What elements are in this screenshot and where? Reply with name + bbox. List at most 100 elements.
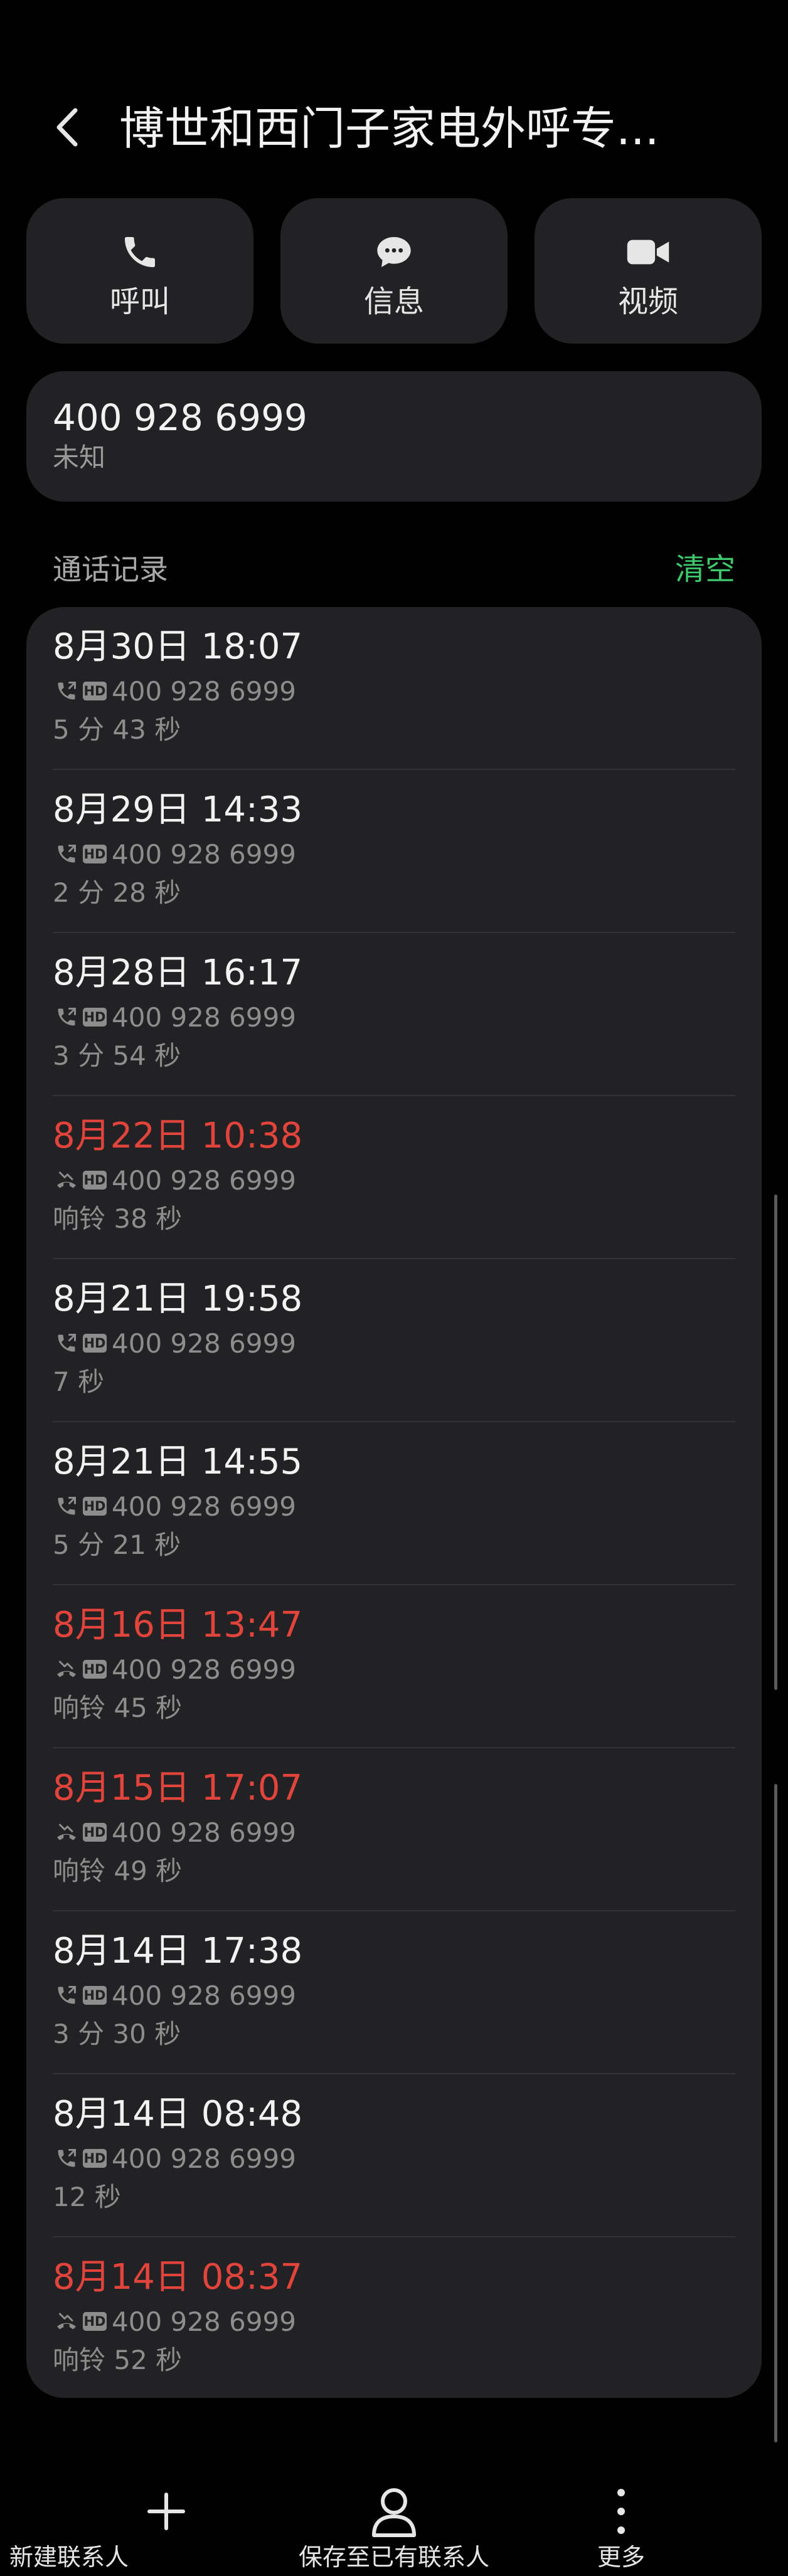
call-log-item[interactable]: 8月16日 13:47 HD 400 928 6999 响铃 45 秒 [26,1585,762,1748]
more-vertical-icon [617,2489,625,2534]
new-contact-button[interactable]: 新建联系人 [9,2464,298,2571]
missed-call-icon [53,1166,80,1194]
missed-call-icon [53,2308,80,2335]
call-duration: 响铃 38 秒 [53,1203,183,1234]
hd-icon: HD [83,1497,107,1516]
call-log-item[interactable]: 8月29日 14:33 HD 400 928 6999 2 分 28 秒 [26,770,762,933]
hd-icon: HD [83,1171,107,1190]
scrollbar[interactable] [774,1195,777,1690]
phone-number: 400 928 6999 [53,396,307,439]
call-datetime: 8月30日 18:07 [53,626,303,667]
call-meta: HD 400 928 6999 [53,1487,296,1525]
call-log-item[interactable]: 8月14日 17:38 HD 400 928 6999 3 分 30 秒 [26,1911,762,2074]
video-icon [627,240,669,265]
call-duration: 2 分 28 秒 [53,877,181,908]
call-datetime: 8月28日 16:17 [53,953,303,993]
number-card[interactable]: 400 928 6999 未知 [26,371,762,502]
call-log-list: 8月30日 18:07 HD 400 928 6999 5 分 43 秒 8月29日 1… [26,607,762,2398]
call-duration: 响铃 49 秒 [53,1855,183,1886]
more-button[interactable]: 更多 [489,2464,753,2571]
call-duration: 12 秒 [53,2182,121,2212]
call-log-item[interactable]: 8月28日 16:17 HD 400 928 6999 3 分 54 秒 [26,933,762,1096]
outgoing-call-icon [53,1329,80,1357]
phone-icon [125,237,155,267]
call-duration: 7 秒 [53,1366,105,1397]
call-log-item[interactable]: 8月15日 17:07 HD 400 928 6999 响铃 49 秒 [26,1748,762,1911]
hd-icon: HD [83,2312,107,2331]
hd-icon: HD [83,682,107,700]
hd-icon: HD [83,845,107,863]
call-log-item[interactable]: 8月22日 10:38 HD 400 928 6999 响铃 38 秒 [26,1096,762,1259]
save-to-contact-label: 保存至已有联系人 [298,2543,489,2571]
missed-call-icon [53,1655,80,1683]
call-meta: HD 400 928 6999 [53,1650,296,1688]
outgoing-call-icon [53,677,80,705]
call-number: 400 928 6999 [112,1817,296,1848]
call-meta: HD 400 928 6999 [53,2140,296,2177]
call-log-item[interactable]: 8月14日 08:37 HD 400 928 6999 响铃 52 秒 [26,2237,762,2398]
call-meta: HD 400 928 6999 [53,998,296,1036]
call-number: 400 928 6999 [112,1491,296,1522]
save-to-contact-button[interactable]: 保存至已有联系人 [262,2464,526,2571]
missed-call-icon [53,1819,80,1846]
call-duration: 响铃 45 秒 [53,1692,183,1723]
call-datetime: 8月21日 14:55 [53,1442,303,1482]
call-log-item[interactable]: 8月21日 14:55 HD 400 928 6999 5 分 21 秒 [26,1422,762,1585]
call-meta: HD 400 928 6999 [53,1813,296,1851]
hd-icon: HD [83,1334,107,1353]
header: 博世和西门子家电外呼专... [0,82,788,169]
call-datetime: 8月14日 17:38 [53,1931,303,1972]
call-number: 400 928 6999 [112,1654,296,1685]
call-log-item[interactable]: 8月30日 18:07 HD 400 928 6999 5 分 43 秒 [26,607,762,770]
call-datetime: 8月21日 19:58 [53,1279,303,1319]
call-datetime: 8月14日 08:48 [53,2094,303,2135]
call-datetime: 8月15日 17:07 [53,1768,303,1808]
outgoing-call-icon [53,1003,80,1031]
call-datetime: 8月14日 08:37 [53,2257,303,2298]
call-duration: 3 分 30 秒 [53,2019,181,2049]
call-log-item[interactable]: 8月21日 19:58 HD 400 928 6999 7 秒 [26,1259,762,1422]
call-number: 400 928 6999 [112,1164,296,1196]
call-number: 400 928 6999 [112,1001,296,1033]
call-datetime: 8月22日 10:38 [53,1116,303,1156]
hd-icon: HD [83,1008,107,1027]
scrollbar-secondary[interactable] [774,1784,777,2442]
call-meta: HD 400 928 6999 [53,672,296,710]
person-icon [372,2488,416,2537]
call-duration: 5 分 21 秒 [53,1529,181,1560]
message-icon [377,237,411,267]
call-number: 400 928 6999 [112,2143,296,2174]
call-meta: HD 400 928 6999 [53,2303,296,2340]
outgoing-call-icon [53,1492,80,1520]
outgoing-call-icon [53,1982,80,2009]
call-log-item[interactable]: 8月14日 08:48 HD 400 928 6999 12 秒 [26,2074,762,2237]
hd-icon: HD [83,1986,107,2005]
call-label: 呼叫 [109,284,170,319]
contact-title: 博世和西门子家电外呼专... [119,102,659,155]
call-duration: 5 分 43 秒 [53,714,181,745]
message-button[interactable]: 信息 [280,198,508,344]
call-duration: 3 分 54 秒 [53,1040,181,1071]
call-meta: HD 400 928 6999 [53,1324,296,1362]
call-button[interactable]: 呼叫 [26,198,253,344]
action-row: 呼叫 信息 视频 [26,198,762,344]
bottom-bar: 新建联系人 保存至已有联系人 更多 [0,2464,788,2571]
back-button[interactable] [39,99,95,156]
call-number: 400 928 6999 [112,838,296,870]
plus-icon [147,2493,185,2530]
message-label: 信息 [363,284,424,319]
call-datetime: 8月29日 14:33 [53,789,303,830]
call-number: 400 928 6999 [112,2306,296,2337]
outgoing-call-icon [53,2145,80,2172]
number-type: 未知 [53,442,106,473]
call-number: 400 928 6999 [112,1328,296,1359]
video-label: 视频 [617,284,678,319]
call-duration: 响铃 52 秒 [53,2345,183,2375]
outgoing-call-icon [53,840,80,868]
call-meta: HD 400 928 6999 [53,1977,296,2014]
call-log-title: 通话记录 [53,552,168,586]
hd-icon: HD [83,1823,107,1842]
hd-icon: HD [83,1660,107,1679]
video-button[interactable]: 视频 [535,198,762,344]
clear-button[interactable]: 清空 [675,549,735,589]
